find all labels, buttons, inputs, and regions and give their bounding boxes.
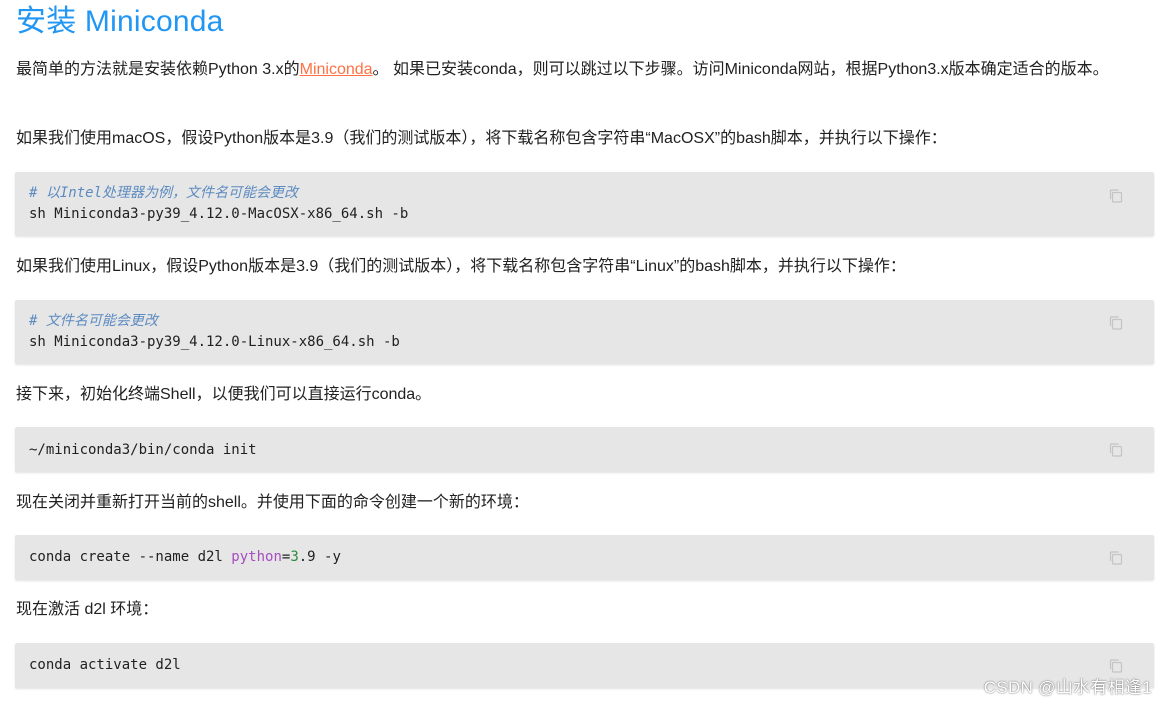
init-paragraph: 接下来，初始化终端Shell，以便我们可以直接运行conda。 <box>16 386 432 403</box>
mac-code-block[interactable]: # 以Intel处理器为例，文件名可能会更改 sh Miniconda3-py39… <box>15 172 1154 236</box>
copy-icon[interactable] <box>1108 442 1124 458</box>
intro-text-before: 最简单的方法就是安装依赖Python 3.x的 <box>16 61 300 78</box>
linux-paragraph: 如果我们使用Linux，假设Python版本是3.9（我们的测试版本），将下载名… <box>16 258 906 275</box>
copy-icon[interactable] <box>1108 658 1124 674</box>
code-command-suffix: .9 -y <box>298 549 341 565</box>
copy-icon[interactable] <box>1108 188 1124 204</box>
intro-paragraph: 最简单的方法就是安装依赖Python 3.x的Miniconda。 如果已安装c… <box>16 57 1156 83</box>
code-command-prefix: conda create --name d2l <box>29 549 232 565</box>
intro-text-after: 。 如果已安装conda，则可以跳过以下步骤。访问Miniconda网站，根据P… <box>372 61 1109 78</box>
code-command: conda activate d2l <box>29 657 181 673</box>
miniconda-link[interactable]: Miniconda <box>300 61 373 78</box>
copy-icon[interactable] <box>1108 550 1124 566</box>
csdn-watermark: CSDN @山水有相逢1 <box>983 678 1152 697</box>
page: 安装 Miniconda 最简单的方法就是安装依赖Python 3.x的Mini… <box>0 0 1166 704</box>
code-number: 3 <box>290 549 299 565</box>
code-keyword: python <box>231 549 282 565</box>
create-code-block[interactable]: conda create --name d2l python=3.9 -y <box>15 535 1154 580</box>
activate-paragraph: 现在激活 d2l 环境： <box>16 601 159 618</box>
code-comment: # 文件名可能会更改 <box>29 313 158 329</box>
code-comment: # 以Intel处理器为例，文件名可能会更改 <box>29 185 299 201</box>
create-paragraph: 现在关闭并重新打开当前的shell。并使用下面的命令创建一个新的环境： <box>16 494 529 511</box>
copy-icon[interactable] <box>1108 315 1124 331</box>
mac-paragraph: 如果我们使用macOS，假设Python版本是3.9（我们的测试版本），将下载名… <box>16 130 947 147</box>
code-command: sh Miniconda3-py39_4.12.0-MacOSX-x86_64.… <box>29 206 409 222</box>
code-command: ~/miniconda3/bin/conda init <box>29 442 257 458</box>
page-title: 安装 Miniconda <box>16 5 224 38</box>
init-code-block[interactable]: ~/miniconda3/bin/conda init <box>15 427 1154 472</box>
code-command: sh Miniconda3-py39_4.12.0-Linux-x86_64.s… <box>29 334 400 350</box>
linux-code-block[interactable]: # 文件名可能会更改 sh Miniconda3-py39_4.12.0-Linu… <box>15 300 1154 364</box>
